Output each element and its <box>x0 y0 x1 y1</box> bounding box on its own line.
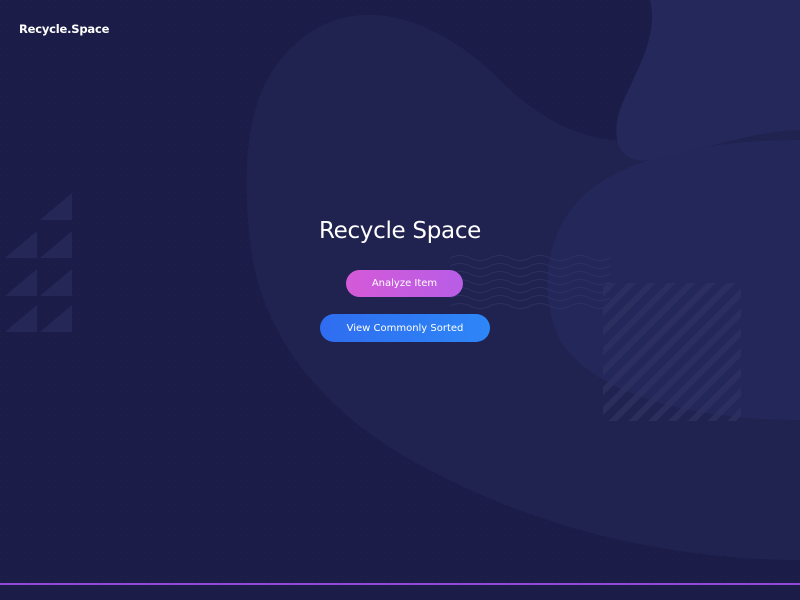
bottom-divider <box>0 583 800 585</box>
brand-logo-text[interactable]: Recycle.Space <box>19 22 109 36</box>
view-commonly-sorted-button[interactable]: View Commonly Sorted <box>320 314 490 342</box>
background-decoration <box>0 0 800 600</box>
analyze-item-button[interactable]: Analyze Item <box>346 270 463 297</box>
striped-square <box>603 283 741 421</box>
page: Recycle.Space Recycle Space Analyze Item… <box>0 0 800 600</box>
page-title: Recycle Space <box>318 218 482 244</box>
